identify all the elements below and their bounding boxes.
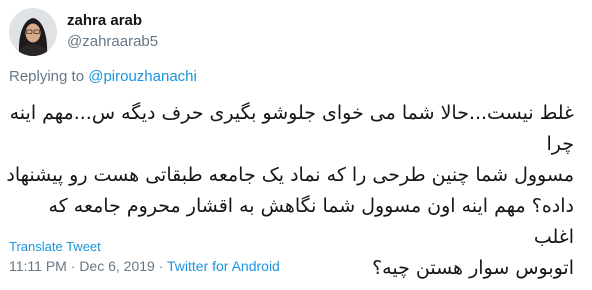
- tweet-date[interactable]: Dec 6, 2019: [79, 258, 155, 274]
- translate-tweet-link[interactable]: Translate Tweet: [9, 239, 101, 255]
- replying-to: Replying to @pirouzhanachi: [9, 67, 197, 87]
- user-info: zahra arab @zahraarab5: [67, 11, 158, 52]
- user-handle[interactable]: @zahraarab5: [67, 32, 158, 52]
- meta-separator: ·: [66, 258, 80, 274]
- client-link[interactable]: Twitter for Android: [167, 258, 280, 274]
- profile-photo-icon: [9, 8, 57, 56]
- tweet-metadata: 11:11 PM · Dec 6, 2019 · Twitter for And…: [9, 257, 280, 275]
- reply-mention-link[interactable]: @pirouzhanachi: [88, 68, 197, 85]
- display-name[interactable]: zahra arab: [67, 11, 158, 31]
- avatar[interactable]: [9, 8, 57, 56]
- meta-separator: ·: [154, 258, 168, 274]
- tweet-time[interactable]: 11:11 PM: [9, 258, 67, 274]
- tweet-card: zahra arab @zahraarab5 Replying to @piro…: [0, 0, 592, 290]
- replying-to-label: Replying to: [9, 68, 89, 85]
